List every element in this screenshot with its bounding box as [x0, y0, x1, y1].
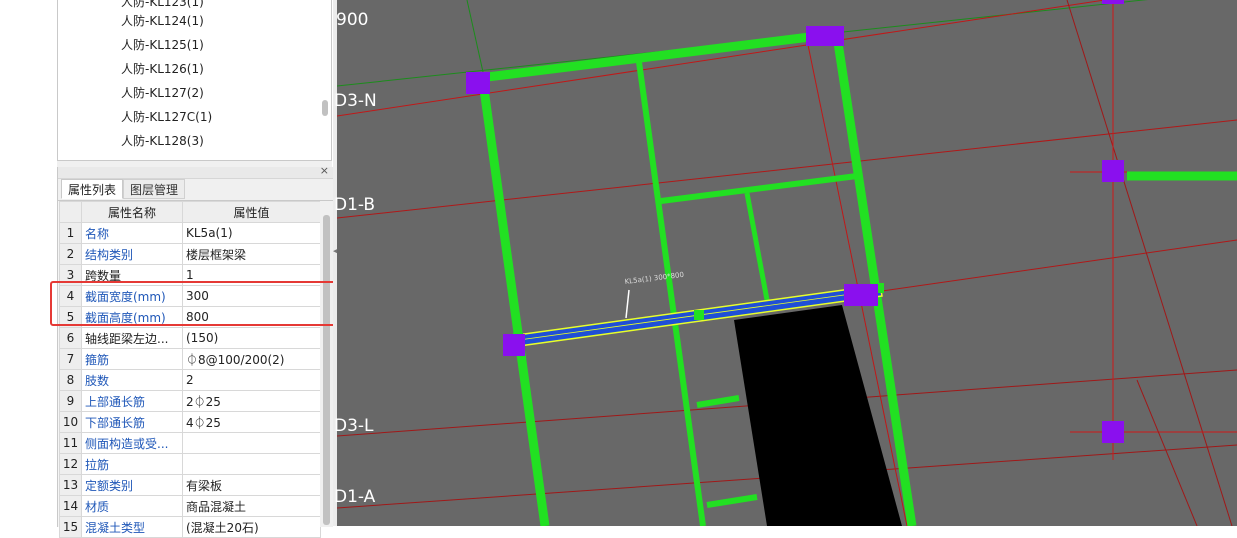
row-number: 4: [59, 285, 82, 307]
property-panel: × 属性列表 图层管理 属性名称 属性值 1 名称 KL5a(1) 2 结构类别 楼层框架…: [57, 165, 333, 538]
property-row[interactable]: 15 混凝土类型 (混凝土20石): [59, 516, 321, 538]
row-number: 15: [59, 516, 82, 538]
property-value[interactable]: 有梁板: [182, 474, 321, 496]
tree-item[interactable]: 人防-KL127C(1): [121, 107, 212, 127]
property-name: 截面高度(mm): [81, 306, 183, 328]
row-number: 12: [59, 453, 82, 475]
column[interactable]: [503, 334, 525, 356]
property-name: 混凝土类型: [81, 516, 183, 538]
beam-grip[interactable]: [694, 310, 704, 320]
axis-label: D1-B: [334, 195, 376, 215]
property-name: 定额类别: [81, 474, 183, 496]
column[interactable]: [1102, 160, 1124, 182]
close-icon[interactable]: ×: [320, 165, 329, 177]
axis-label: D3-N: [334, 91, 377, 111]
tree-item[interactable]: 人防-KL125(1): [121, 35, 204, 55]
row-number: 13: [59, 474, 82, 496]
row-number: 14: [59, 495, 82, 517]
row-number: 8: [59, 369, 82, 391]
tab-layer-management[interactable]: 图层管理: [123, 179, 186, 199]
property-row[interactable]: 4 截面宽度(mm) 300: [59, 285, 321, 307]
property-value[interactable]: 4⏀25: [182, 411, 321, 433]
row-number: 1: [59, 222, 82, 244]
property-value[interactable]: 2: [182, 369, 321, 391]
column[interactable]: [1102, 0, 1124, 4]
row-number: 10: [59, 411, 82, 433]
property-row[interactable]: 10 下部通长筋 4⏀25: [59, 411, 321, 433]
property-row[interactable]: 6 轴线距梁左边... (150): [59, 327, 321, 349]
property-row[interactable]: 9 上部通长筋 2⏀25: [59, 390, 321, 412]
property-value[interactable]: (150): [182, 327, 321, 349]
grid-header-row: 属性名称 属性值: [59, 201, 321, 223]
axis-label: D1-A: [334, 487, 376, 507]
property-row[interactable]: 8 肢数 2: [59, 369, 321, 391]
axis-label: 900: [336, 10, 369, 30]
property-name: 下部通长筋: [81, 411, 183, 433]
tree-item[interactable]: 人防-KL124(1): [121, 11, 204, 31]
column[interactable]: [806, 26, 844, 46]
property-name: 轴线距梁左边...: [81, 327, 183, 349]
row-number: 3: [59, 264, 82, 286]
property-value[interactable]: ⏀8@100/200(2): [182, 348, 321, 370]
property-tabs: 属性列表 图层管理: [58, 179, 333, 201]
property-value[interactable]: (混凝土20石): [182, 516, 321, 538]
property-name: 截面宽度(mm): [81, 285, 183, 307]
property-row[interactable]: 5 截面高度(mm) 800: [59, 306, 321, 328]
row-number: 2: [59, 243, 82, 265]
axis-label: D3-L: [334, 416, 374, 436]
property-value[interactable]: 300: [182, 285, 321, 307]
row-number: 5: [59, 306, 82, 328]
property-row[interactable]: 13 定额类别 有梁板: [59, 474, 321, 496]
property-name: 名称: [81, 222, 183, 244]
row-number: 6: [59, 327, 82, 349]
left-dock-strip: [0, 0, 55, 526]
tree-item[interactable]: 人防-KL128(3): [121, 131, 204, 151]
property-value[interactable]: 楼层框架梁: [182, 243, 321, 265]
property-name: 拉筋: [81, 453, 183, 475]
property-value[interactable]: 800: [182, 306, 321, 328]
property-name: 结构类别: [81, 243, 183, 265]
property-name: 箍筋: [81, 348, 183, 370]
property-name: 上部通长筋: [81, 390, 183, 412]
tree-item[interactable]: 人防-KL127(2): [121, 83, 204, 103]
property-value[interactable]: [182, 432, 321, 454]
row-number: 11: [59, 432, 82, 454]
property-value[interactable]: 1: [182, 264, 321, 286]
property-name: 材质: [81, 495, 183, 517]
row-number: 9: [59, 390, 82, 412]
tree-scrollbar-thumb[interactable]: [322, 100, 328, 116]
property-row[interactable]: 11 侧面构造或受...: [59, 432, 321, 454]
column[interactable]: [844, 284, 878, 306]
property-row[interactable]: 14 材质 商品混凝土: [59, 495, 321, 517]
property-name: 肢数: [81, 369, 183, 391]
property-value[interactable]: KL5a(1): [182, 222, 321, 244]
cad-canvas[interactable]: KL5a(1) 300*800: [337, 0, 1237, 526]
property-row[interactable]: 12 拉筋: [59, 453, 321, 475]
tab-property-list[interactable]: 属性列表: [61, 179, 124, 199]
property-grid: 属性名称 属性值 1 名称 KL5a(1) 2 结构类别 楼层框架梁 3 跨数量 1 4 截面宽度(…: [59, 201, 321, 538]
row-number: 7: [59, 348, 82, 370]
tree-item[interactable]: 人防-KL126(1): [121, 59, 204, 79]
column[interactable]: [466, 72, 490, 94]
property-name: 跨数量: [81, 264, 183, 286]
property-row[interactable]: 7 箍筋 ⏀8@100/200(2): [59, 348, 321, 370]
grid-corner: [59, 201, 82, 223]
property-value[interactable]: 2⏀25: [182, 390, 321, 412]
column[interactable]: [1102, 421, 1124, 443]
property-panel-titlebar: ×: [58, 165, 333, 179]
property-scrollbar-thumb[interactable]: [323, 215, 330, 525]
property-value[interactable]: 商品混凝土: [182, 495, 321, 517]
property-row[interactable]: 1 名称 KL5a(1): [59, 222, 321, 244]
column-header-value: 属性值: [182, 201, 321, 223]
property-value[interactable]: [182, 453, 321, 475]
column-header-name: 属性名称: [81, 201, 183, 223]
property-row[interactable]: 2 结构类别 楼层框架梁: [59, 243, 321, 265]
property-name: 侧面构造或受...: [81, 432, 183, 454]
property-row[interactable]: 3 跨数量 1: [59, 264, 321, 286]
component-tree[interactable]: 人防-KL123(1) 人防-KL124(1) 人防-KL125(1) 人防-K…: [57, 0, 332, 161]
